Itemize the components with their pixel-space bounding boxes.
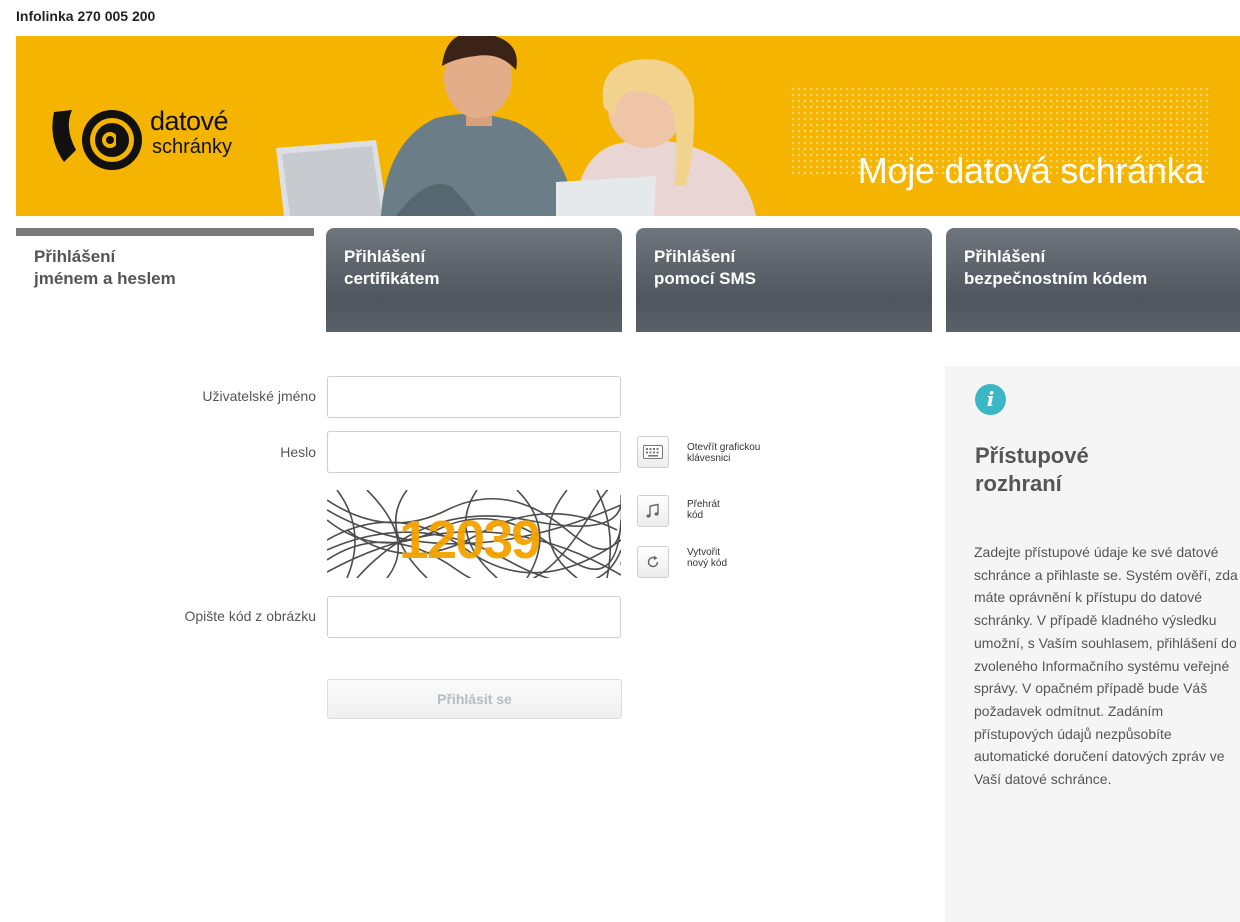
virtual-keyboard-text-line1: Otevřít grafickou	[687, 442, 761, 453]
logo-text-datove: datové	[150, 106, 229, 136]
music-note-icon	[646, 503, 659, 518]
play-code-text-line1: Přehrát	[687, 499, 720, 510]
refresh-code-link[interactable]: Vytvořit nový kód	[687, 547, 727, 569]
infoline: Infolinka 270 005 200	[16, 8, 156, 24]
info-panel: i Přístupové rozhraní Zadejte přístupové…	[945, 366, 1240, 922]
tab-label-line1: Přihlášení	[34, 247, 116, 266]
logo-text-schranky: schránky	[152, 136, 233, 158]
login-button[interactable]: Přihlásit se	[327, 679, 622, 719]
username-input[interactable]	[327, 376, 621, 418]
captcha-image: 12039	[326, 478, 630, 588]
refresh-code-text-line2: nový kód	[687, 558, 728, 569]
username-label: Uživatelské jméno	[202, 388, 316, 404]
tab-login-certificate[interactable]: Přihlášení certifikátem	[326, 228, 622, 332]
keyboard-icon	[643, 445, 663, 459]
at-sign-logo-icon	[52, 110, 142, 170]
tab-login-password[interactable]: Přihlášení jménem a heslem	[16, 228, 314, 332]
tab-login-security-code[interactable]: Přihlášení bezpečnostním kódem	[946, 228, 1240, 332]
captcha-label: Opište kód z obrázku	[184, 608, 316, 624]
banner-title: Moje datová schránka	[857, 150, 1205, 191]
tab-label-line2: pomocí SMS	[654, 269, 757, 288]
tab-label-line1: Přihlášení	[344, 247, 426, 266]
logo[interactable]: datové schránky	[46, 106, 276, 176]
banner-photo	[276, 36, 756, 216]
refresh-code-button[interactable]	[637, 546, 669, 578]
play-code-text-line2: kód	[687, 510, 704, 521]
virtual-keyboard-button[interactable]	[637, 436, 669, 468]
tab-login-sms[interactable]: Přihlášení pomocí SMS	[636, 228, 932, 332]
info-title-line1: Přístupové	[975, 443, 1089, 468]
password-label: Heslo	[280, 444, 316, 460]
info-title: Přístupové rozhraní	[975, 442, 1215, 498]
tab-label-line2: certifikátem	[344, 269, 440, 288]
virtual-keyboard-text-line2: klávesnici	[687, 453, 731, 464]
info-icon: i	[975, 384, 1006, 415]
virtual-keyboard-link[interactable]: Otevřít grafickou klávesnici	[687, 442, 760, 464]
captcha-input[interactable]	[327, 596, 621, 638]
password-input[interactable]	[327, 431, 621, 473]
play-code-button[interactable]	[637, 495, 669, 527]
header-banner: datové schránky Moje datová schránka	[16, 36, 1240, 216]
info-description: Zadejte přístupové údaje ke své datové s…	[974, 544, 1238, 788]
refresh-code-text-line1: Vytvořit	[687, 547, 720, 558]
tab-label-line2: jménem a heslem	[34, 269, 176, 288]
tab-label-line1: Přihlášení	[964, 247, 1046, 266]
captcha-code: 12039	[399, 510, 540, 570]
tab-label-line2: bezpečnostním kódem	[964, 269, 1148, 288]
refresh-icon	[647, 555, 659, 568]
tab-label-line1: Přihlášení	[654, 247, 736, 266]
info-title-line2: rozhraní	[975, 471, 1062, 496]
play-code-link[interactable]: Přehrát kód	[687, 499, 720, 521]
